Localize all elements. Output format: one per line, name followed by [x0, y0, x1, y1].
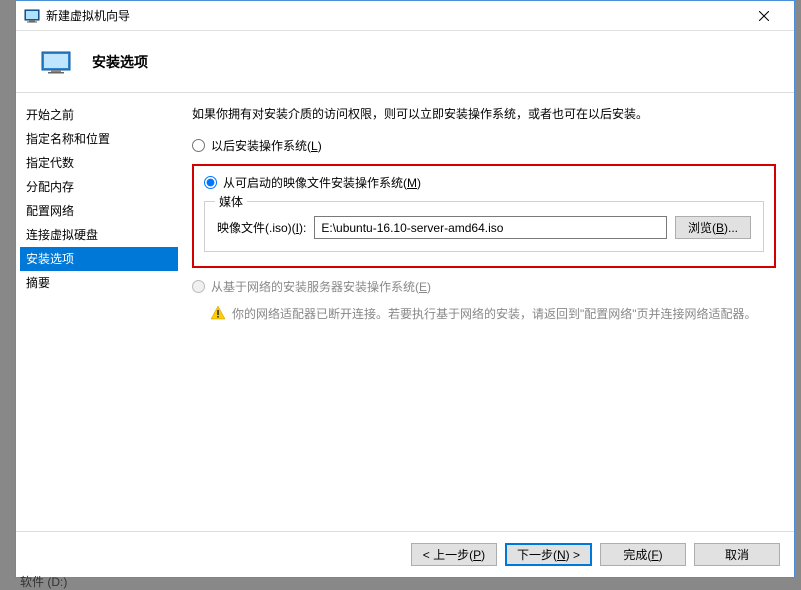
sidebar-item-install-options[interactable]: 安装选项 — [20, 247, 178, 271]
wizard-footer: < 上一步(P) 下一步(N) > 完成(F) 取消 — [16, 531, 794, 577]
option-install-later[interactable]: 以后安装操作系统(L) — [192, 137, 776, 154]
option-boot-image-label: 从可启动的映像文件安装操作系统(M) — [223, 174, 421, 191]
sidebar: 开始之前 指定名称和位置 指定代数 分配内存 配置网络 连接虚拟硬盘 安装选项 … — [16, 93, 178, 531]
media-row: 映像文件(.iso)(I): 浏览(B)... — [217, 216, 751, 239]
iso-path-label: 映像文件(.iso)(I): — [217, 219, 306, 236]
next-button[interactable]: 下一步(N) > — [505, 543, 592, 566]
cancel-button[interactable]: 取消 — [694, 543, 780, 566]
highlighted-region: 从可启动的映像文件安装操作系统(M) 媒体 映像文件(.iso)(I): 浏览(… — [192, 164, 776, 268]
content-area: 如果你拥有对安装介质的访问权限，则可以立即安装操作系统，或者也可在以后安装。 以… — [178, 93, 794, 531]
app-icon — [24, 8, 40, 24]
titlebar: 新建虚拟机向导 — [16, 1, 794, 31]
sidebar-item-name-location[interactable]: 指定名称和位置 — [20, 127, 178, 151]
previous-button[interactable]: < 上一步(P) — [411, 543, 497, 566]
option-network-install-label: 从基于网络的安装服务器安装操作系统(E) — [211, 278, 431, 295]
media-fieldset: 媒体 映像文件(.iso)(I): 浏览(B)... — [204, 201, 764, 252]
close-button[interactable] — [741, 1, 786, 30]
header-icon — [40, 50, 72, 74]
warning-icon — [210, 305, 226, 321]
finish-button[interactable]: 完成(F) — [600, 543, 686, 566]
page-title: 安装选项 — [92, 52, 148, 72]
window-title: 新建虚拟机向导 — [46, 7, 741, 24]
option-install-later-label: 以后安装操作系统(L) — [211, 137, 322, 154]
network-warning: 你的网络适配器已断开连接。若要执行基于网络的安装，请返回到"配置网络"页并连接网… — [192, 305, 776, 322]
background-artifact: 软件 (D:) — [20, 573, 67, 590]
intro-text: 如果你拥有对安装介质的访问权限，则可以立即安装操作系统，或者也可在以后安装。 — [192, 105, 776, 123]
sidebar-item-generation[interactable]: 指定代数 — [20, 151, 178, 175]
option-boot-image[interactable]: 从可启动的映像文件安装操作系统(M) — [204, 174, 764, 191]
iso-path-input[interactable] — [314, 216, 667, 239]
network-warning-text: 你的网络适配器已断开连接。若要执行基于网络的安装，请返回到"配置网络"页并连接网… — [232, 305, 757, 322]
radio-boot-image[interactable] — [204, 176, 217, 189]
wizard-window: 新建虚拟机向导 安装选项 开始之前 指定名称和位置 指定代数 分配内存 配置网络… — [15, 0, 795, 578]
radio-network-install — [192, 280, 205, 293]
sidebar-item-network[interactable]: 配置网络 — [20, 199, 178, 223]
sidebar-item-summary[interactable]: 摘要 — [20, 271, 178, 295]
option-network-install: 从基于网络的安装服务器安装操作系统(E) — [192, 278, 776, 295]
sidebar-item-memory[interactable]: 分配内存 — [20, 175, 178, 199]
sidebar-item-vhd[interactable]: 连接虚拟硬盘 — [20, 223, 178, 247]
radio-install-later[interactable] — [192, 139, 205, 152]
browse-button[interactable]: 浏览(B)... — [675, 216, 751, 239]
media-legend: 媒体 — [215, 193, 247, 210]
sidebar-item-before-start[interactable]: 开始之前 — [20, 103, 178, 127]
wizard-body: 开始之前 指定名称和位置 指定代数 分配内存 配置网络 连接虚拟硬盘 安装选项 … — [16, 93, 794, 531]
wizard-header: 安装选项 — [16, 31, 794, 93]
